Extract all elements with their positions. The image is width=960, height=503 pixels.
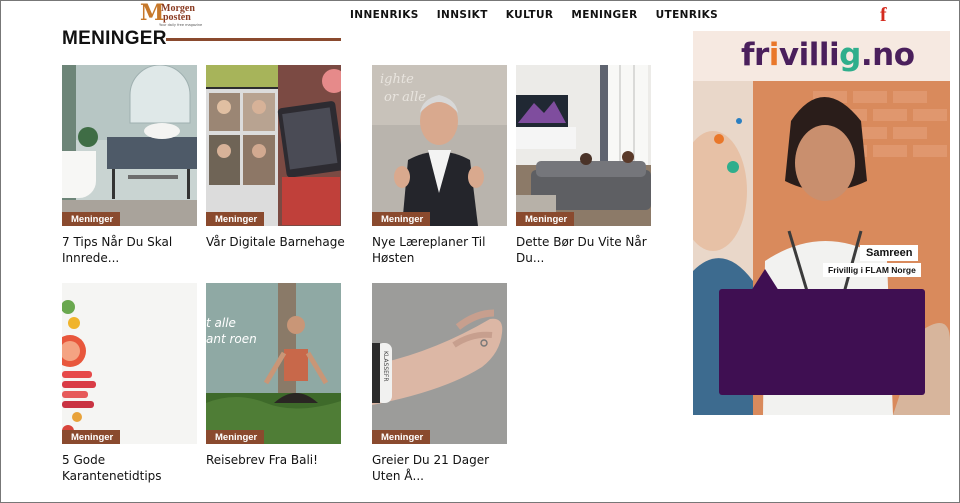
article-thumbnail[interactable]: Meninger (62, 65, 197, 226)
nav-kultur[interactable]: KULTUR (506, 9, 554, 21)
ad-message-box (719, 289, 925, 395)
yoga-text-1: t alle (206, 316, 236, 330)
article-title[interactable]: Greier Du 21 Dager Uten Å... (372, 452, 517, 484)
category-badge[interactable]: Meninger (206, 430, 265, 444)
article-title[interactable]: Nye Læreplaner Til Høsten (372, 234, 517, 266)
article-thumbnail[interactable]: t alle ant roen Meninger (206, 283, 341, 444)
logo-word-2: posten (163, 12, 191, 23)
article-title[interactable]: 5 Gode Karantenetidtips (62, 452, 207, 484)
nav-innsikt[interactable]: INNSIKT (437, 9, 488, 21)
ad-brand-logo: frivillig.no (741, 37, 915, 73)
nav-utenriks[interactable]: UTENRIKS (656, 9, 719, 21)
article-card[interactable]: ighte or alle Meninger Nye Læreplaner Ti… (372, 65, 507, 266)
article-card[interactable]: Meninger 5 Gode Karantenetidtips (62, 283, 197, 484)
living-room-image (516, 65, 651, 226)
article-card[interactable]: KLASSEFR Meninger Greier Du 21 Dager Ute… (372, 283, 507, 484)
category-badge[interactable]: Meninger (206, 212, 265, 226)
speaker-bg-text-2: or alle (384, 90, 426, 105)
nav-meninger[interactable]: MENINGER (571, 9, 637, 21)
speaker-image: ighte or alle (372, 65, 507, 226)
article-thumbnail[interactable]: Meninger (516, 65, 651, 226)
article-thumbnail[interactable]: Meninger (206, 65, 341, 226)
ad-person-name: Samreen (860, 245, 919, 261)
bathroom-image (62, 65, 197, 226)
article-title[interactable]: 7 Tips Når Du Skal Innrede... (62, 234, 207, 266)
wristband-text: KLASSEFR (382, 351, 389, 382)
facebook-icon[interactable]: f (880, 4, 887, 27)
frivillig-ad[interactable]: frivillig.no Samreen Frivillig i FLAM No… (693, 31, 950, 415)
article-card[interactable]: t alle ant roen Meninger Reisebrev Fra B… (206, 283, 341, 468)
article-thumbnail[interactable]: Meninger (62, 283, 197, 444)
article-card[interactable]: Meninger Vår Digitale Barnehage (206, 65, 345, 250)
logo-tagline: Your daily free magazine (159, 23, 203, 27)
section-title: MENINGER (62, 28, 167, 49)
video-call-image (206, 65, 341, 226)
article-card[interactable]: Meninger 7 Tips Når Du Skal Innrede... (62, 65, 197, 266)
article-card[interactable]: Meninger Dette Bør Du Vite Når Du... (516, 65, 651, 266)
article-title[interactable]: Reisebrev Fra Bali! (206, 452, 351, 468)
article-thumbnail[interactable]: ighte or alle Meninger (372, 65, 507, 226)
category-badge[interactable]: Meninger (372, 212, 431, 226)
category-badge[interactable]: Meninger (372, 430, 431, 444)
nav-innenriks[interactable]: INNENRIKS (350, 9, 419, 21)
main-nav: INNENRIKS INNSIKT KULTUR MENINGER UTENRI… (350, 9, 718, 21)
site-logo[interactable]: M Morgen posten Your daily free magazine (140, 2, 202, 28)
speaker-bg-text: ighte (380, 72, 414, 87)
article-title[interactable]: Dette Bør Du Vite Når Du... (516, 234, 661, 266)
wrist-image: KLASSEFR (372, 283, 507, 444)
article-thumbnail[interactable]: KLASSEFR Meninger (372, 283, 507, 444)
fruit-image (62, 283, 197, 444)
article-title[interactable]: Vår Digitale Barnehage (206, 234, 351, 250)
category-badge[interactable]: Meninger (62, 212, 121, 226)
ad-speech-notch (751, 269, 779, 291)
category-badge[interactable]: Meninger (62, 430, 121, 444)
category-badge[interactable]: Meninger (516, 212, 575, 226)
top-bar: M Morgen posten Your daily free magazine… (1, 1, 959, 31)
section-title-rule (166, 38, 341, 41)
yoga-text-2: ant roen (206, 332, 257, 346)
yoga-image: t alle ant roen (206, 283, 341, 444)
ad-person-org: Frivillig i FLAM Norge (823, 263, 921, 277)
